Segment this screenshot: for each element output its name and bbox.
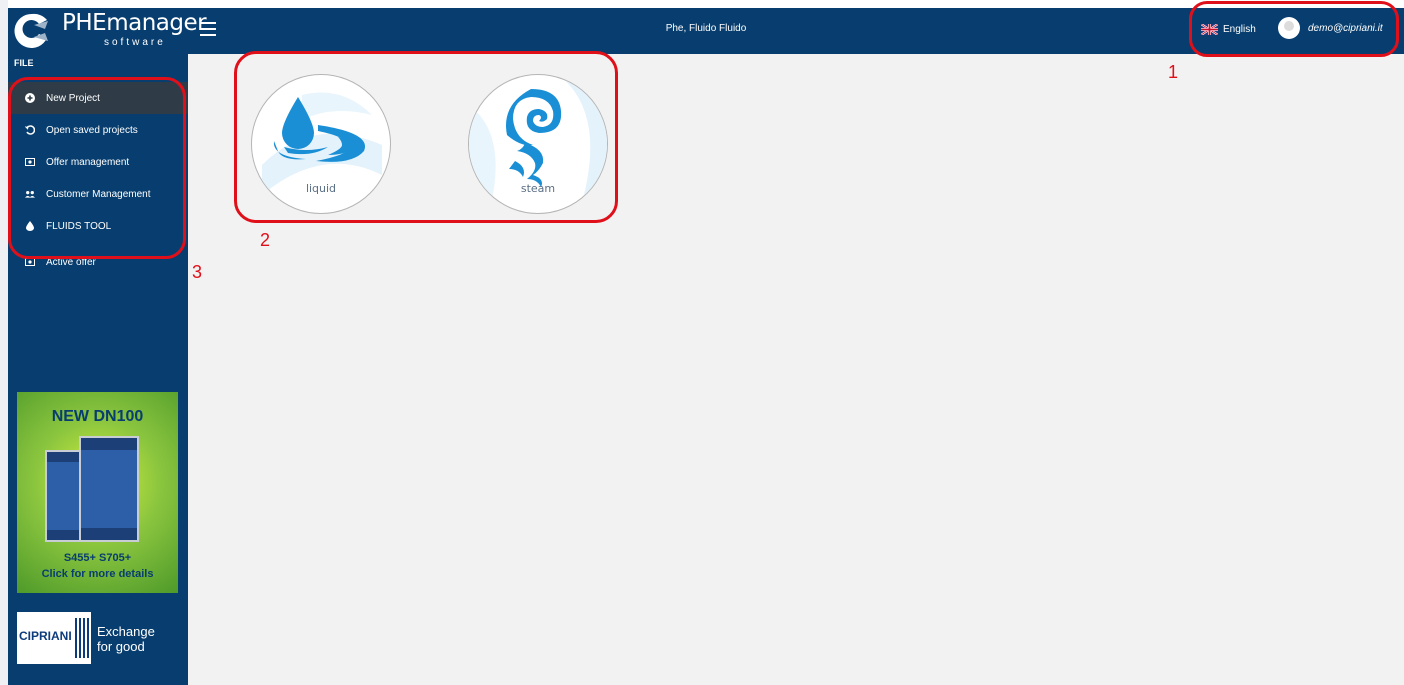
banner-link[interactable]: Click for more details — [17, 568, 178, 580]
banner-models: S455+ S705+ — [63, 552, 132, 564]
logo-text: PHEmanager — [62, 10, 207, 36]
brand-name: CIPRIANI — [19, 629, 72, 643]
sidebar-section-title: FILE — [14, 58, 34, 68]
annotation-box-3 — [8, 77, 186, 259]
banner-title: NEW DN100 — [51, 408, 144, 425]
annotation-number: 3 — [192, 262, 203, 282]
brand-slogan-line: for good — [97, 639, 145, 654]
brand-stripes-icon — [75, 618, 89, 658]
annotation-box-2 — [234, 51, 618, 223]
brand-logo-box: CIPRIANI — [17, 612, 91, 664]
brand-slogan: Exchange for good — [97, 624, 155, 654]
heat-exchanger-image — [79, 436, 139, 542]
annotation-number: 2 — [260, 230, 271, 250]
brand-slogan-line: Exchange — [97, 624, 155, 639]
logo-mark-icon — [14, 13, 48, 48]
brand-logo: CIPRIANI Exchange for good — [17, 612, 178, 664]
logo-subtitle: software — [104, 37, 166, 48]
hamburger-menu-icon[interactable] — [200, 22, 216, 36]
app-logo[interactable]: PHEmanager software — [8, 8, 207, 54]
annotation-number: 1 — [1168, 62, 1179, 82]
promo-banner[interactable]: NEW DN100 S455+ S705+ Click for more det… — [17, 392, 178, 593]
annotation-box-1 — [1189, 1, 1399, 57]
window-edge — [0, 0, 8, 685]
